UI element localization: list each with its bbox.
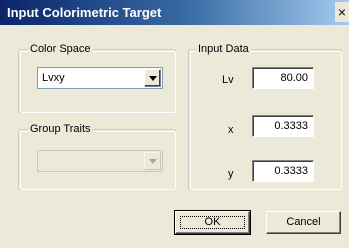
input-data-legend: Input Data xyxy=(196,43,251,55)
x-label: x xyxy=(228,124,234,136)
color-space-value: Lvxy xyxy=(42,72,65,84)
close-icon[interactable]: × xyxy=(335,2,349,22)
dialog-window: Input Colorimetric Target × Color Space … xyxy=(0,0,349,248)
x-field[interactable] xyxy=(252,115,314,137)
color-space-legend: Color Space xyxy=(28,43,93,55)
cancel-label: Cancel xyxy=(286,216,321,228)
color-space-select[interactable]: Lvxy xyxy=(37,67,163,89)
chevron-down-icon xyxy=(144,152,161,170)
y-label: y xyxy=(228,168,234,180)
ok-button[interactable]: OK xyxy=(174,210,251,235)
group-traits-legend: Group Traits xyxy=(28,123,93,135)
chevron-down-icon[interactable] xyxy=(144,69,161,87)
y-field[interactable] xyxy=(252,160,314,182)
group-traits-select xyxy=(37,150,163,172)
cancel-button[interactable]: Cancel xyxy=(266,211,341,234)
lv-label: Lv xyxy=(222,74,234,86)
focus-rect xyxy=(180,216,245,229)
window-title: Input Colorimetric Target xyxy=(7,5,162,20)
title-bar[interactable]: Input Colorimetric Target × xyxy=(0,0,349,25)
lv-field[interactable] xyxy=(252,67,314,89)
